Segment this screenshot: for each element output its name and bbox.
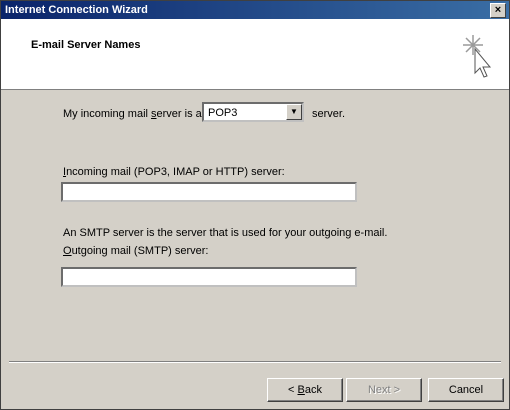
server-type-select[interactable]: POP3 ▼ bbox=[202, 102, 304, 122]
server-type-prefix: My incoming mail server is a bbox=[63, 108, 202, 120]
close-button[interactable]: × bbox=[490, 3, 506, 18]
outgoing-server-label: Outgoing mail (SMTP) server: bbox=[63, 245, 209, 257]
page-title: E-mail Server Names bbox=[31, 39, 141, 51]
server-type-value: POP3 bbox=[208, 107, 238, 119]
incoming-server-label: Incoming mail (POP3, IMAP or HTTP) serve… bbox=[63, 166, 285, 178]
wizard-content: My incoming mail server is a POP3 ▼ serv… bbox=[1, 90, 509, 360]
incoming-server-input[interactable] bbox=[61, 182, 357, 202]
close-icon: × bbox=[494, 4, 502, 16]
server-type-suffix: server. bbox=[312, 108, 346, 120]
footer-divider bbox=[9, 361, 501, 363]
outgoing-server-input[interactable] bbox=[61, 267, 357, 287]
next-button[interactable]: Next > bbox=[346, 378, 422, 402]
wizard-header: E-mail Server Names bbox=[1, 19, 509, 90]
server-type-label: My incoming mail server is a bbox=[63, 108, 202, 120]
chevron-down-icon[interactable]: ▼ bbox=[286, 104, 302, 120]
back-button[interactable]: < Back bbox=[267, 378, 343, 402]
window-title: Internet Connection Wizard bbox=[5, 4, 148, 16]
wizard-cursor-sparkle-icon bbox=[463, 35, 492, 78]
wizard-window: Internet Connection Wizard × E-mail Serv… bbox=[0, 0, 510, 410]
title-bar[interactable]: Internet Connection Wizard × bbox=[1, 1, 509, 19]
smtp-description: An SMTP server is the server that is use… bbox=[63, 227, 388, 239]
cancel-button[interactable]: Cancel bbox=[428, 378, 504, 402]
